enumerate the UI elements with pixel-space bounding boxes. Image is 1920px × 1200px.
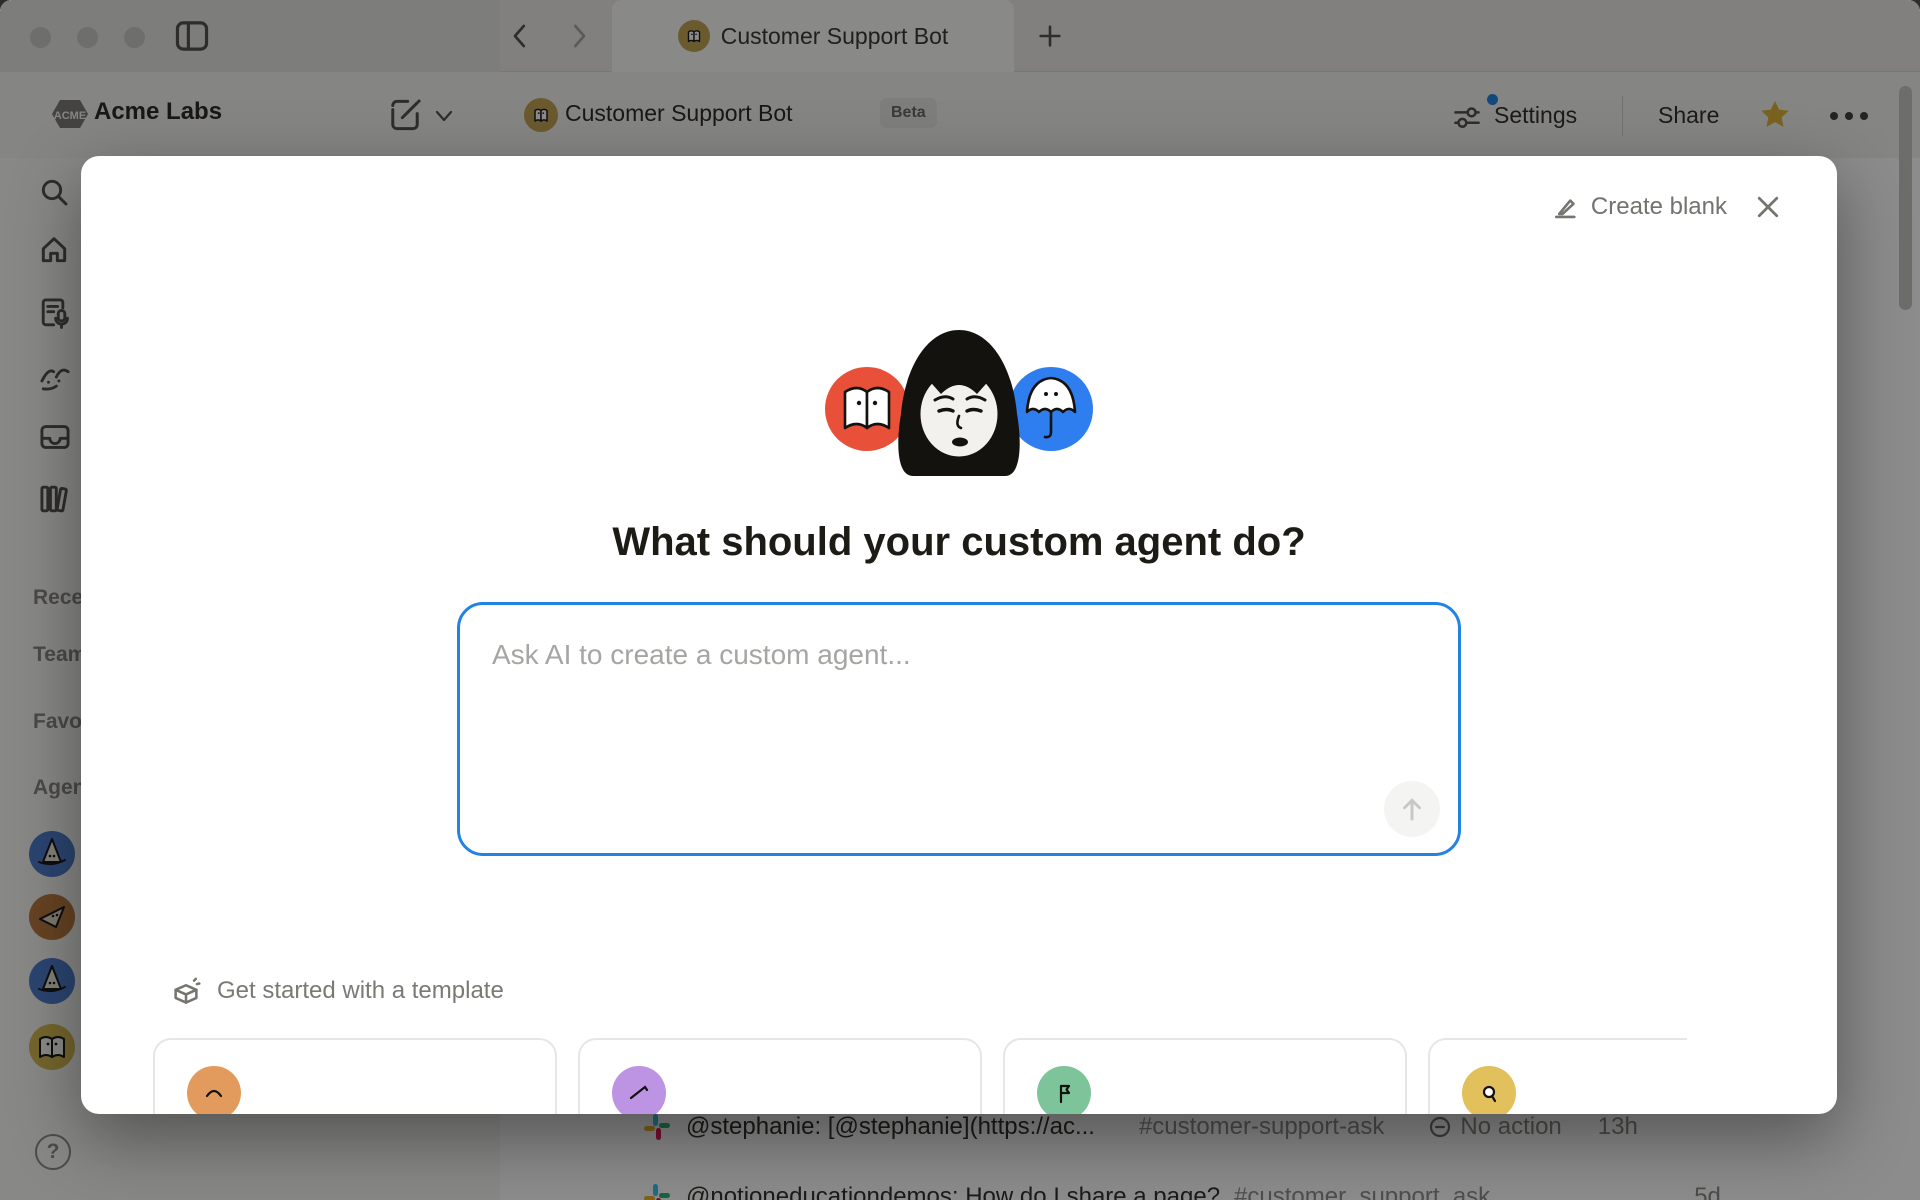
arrow-up-icon [1397, 794, 1427, 824]
create-agent-modal: Create blank [81, 156, 1837, 1114]
template-card[interactable] [1003, 1038, 1407, 1114]
create-blank-button[interactable]: Create blank [1551, 193, 1727, 221]
template-avatar [1462, 1066, 1516, 1114]
template-card-row [153, 1038, 1687, 1114]
app-window: Customer Support Bot ACME Acme Labs [0, 0, 1920, 1200]
pencil-icon [1551, 193, 1579, 221]
template-card[interactable] [1428, 1038, 1687, 1114]
template-box-icon [171, 976, 201, 1006]
template-card[interactable] [578, 1038, 982, 1114]
agent-prompt-input[interactable] [460, 605, 1458, 853]
submit-prompt-button[interactable] [1384, 781, 1440, 837]
template-avatar [612, 1066, 666, 1114]
agent-illustration [81, 316, 1837, 486]
agent-prompt-box [457, 602, 1461, 856]
template-avatar [187, 1066, 241, 1114]
templates-section-header: Get started with a template [171, 976, 504, 1006]
close-icon[interactable] [1753, 192, 1783, 222]
template-card[interactable] [153, 1038, 557, 1114]
template-avatar [1037, 1066, 1091, 1114]
modal-heading: What should your custom agent do? [81, 520, 1837, 565]
